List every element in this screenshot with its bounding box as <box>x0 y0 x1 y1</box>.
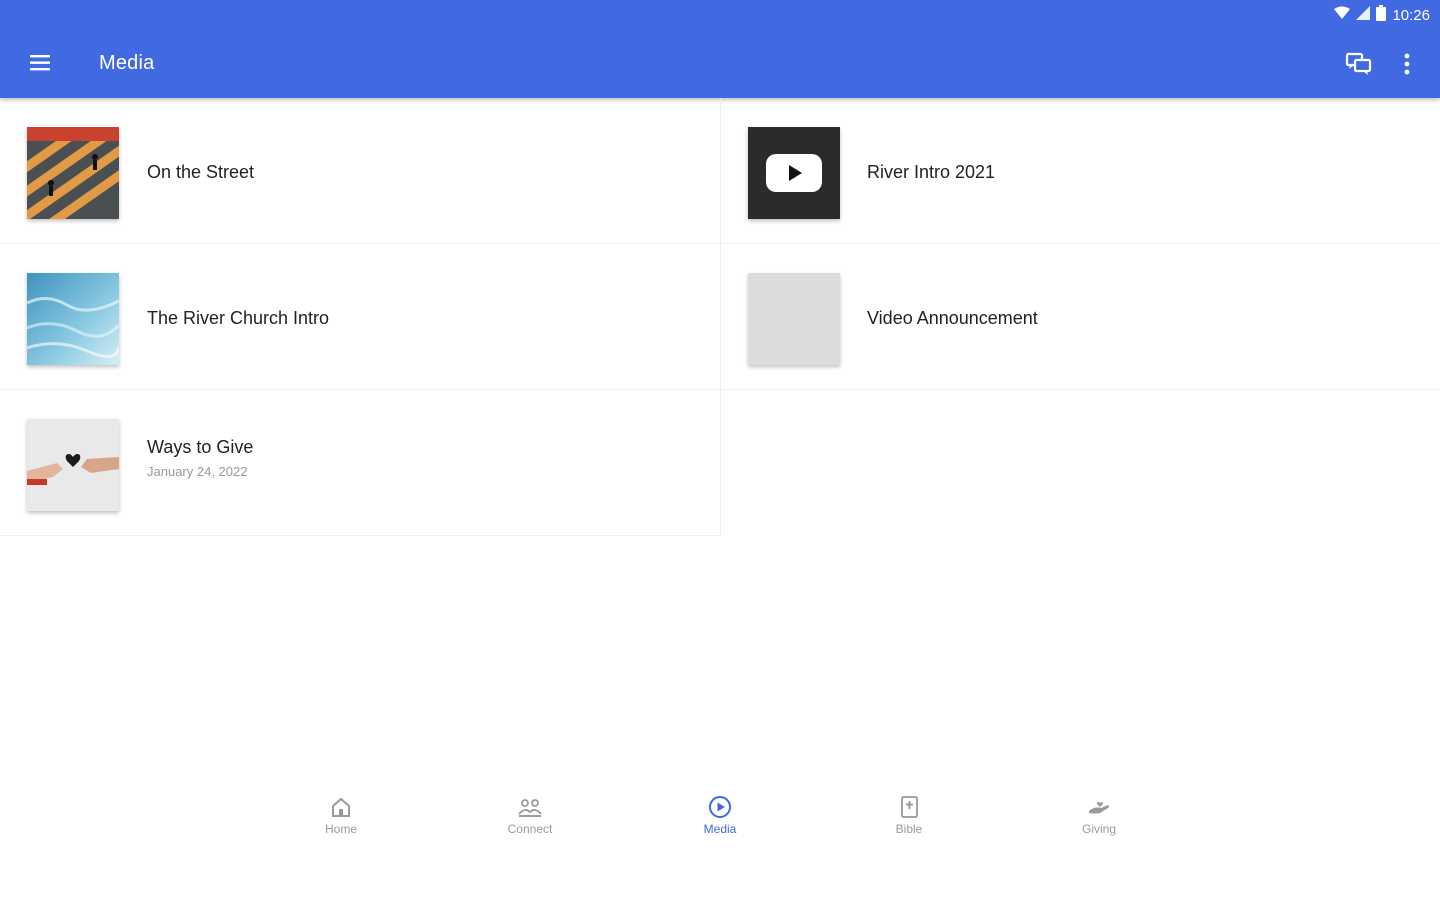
wifi-icon <box>1334 6 1351 24</box>
chat-icon <box>1345 52 1372 75</box>
home-icon <box>332 797 350 817</box>
street-crosswalk-thumbnail <box>27 127 119 219</box>
chat-button[interactable] <box>1345 51 1373 77</box>
nav-label: Giving <box>1081 822 1116 836</box>
hamburger-menu-icon <box>30 55 50 71</box>
more-vertical-icon <box>1404 53 1410 75</box>
hands-heart-thumbnail <box>27 419 119 511</box>
media-item[interactable]: On the Street <box>0 98 720 244</box>
nav-giving[interactable]: Giving <box>1039 794 1159 836</box>
media-title: Video Announcement <box>867 308 1038 328</box>
media-item[interactable]: River Intro 2021 <box>721 98 1440 244</box>
media-date: January 24, 2022 <box>147 464 248 479</box>
video-play-thumbnail <box>748 127 840 219</box>
media-item[interactable]: Video Announcement <box>721 244 1440 390</box>
people-icon <box>518 799 542 817</box>
bottom-navigation: Home Connect Media Bible Giving <box>0 780 1440 900</box>
page-title: Media <box>99 52 155 74</box>
media-title: On the Street <box>147 162 255 182</box>
status-bar: 10:26 <box>1334 4 1430 26</box>
nav-media[interactable]: Media <box>660 794 780 836</box>
gray-blank-thumbnail <box>748 273 840 365</box>
status-time: 10:26 <box>1392 6 1430 24</box>
nav-label: Media <box>703 822 737 836</box>
bible-icon <box>901 796 918 818</box>
giving-hand-icon <box>1089 802 1109 814</box>
media-title: Ways to Give <box>147 437 254 457</box>
media-title: The River Church Intro <box>147 308 330 328</box>
blue-water-thumbnail <box>27 273 119 365</box>
nav-bible[interactable]: Bible <box>849 794 969 836</box>
media-column-right: River Intro 2021 Video Announcement <box>721 98 1440 390</box>
nav-home[interactable]: Home <box>281 794 401 836</box>
more-options-button[interactable] <box>1397 51 1417 77</box>
app-bar: 10:26 Media <box>0 0 1440 98</box>
nav-label: Bible <box>895 822 923 836</box>
media-item[interactable]: The River Church Intro <box>0 244 720 390</box>
battery-icon <box>1376 5 1387 25</box>
signal-icon <box>1356 6 1371 24</box>
play-circle-icon <box>709 796 731 818</box>
media-title: River Intro 2021 <box>867 162 996 182</box>
nav-label: Connect <box>507 822 553 836</box>
nav-connect[interactable]: Connect <box>470 794 590 836</box>
nav-label: Home <box>324 822 357 836</box>
media-column-left: On the Street The River Church Intro Way… <box>0 98 721 536</box>
media-item[interactable]: Ways to Give January 24, 2022 <box>0 390 720 536</box>
menu-button[interactable] <box>28 52 54 74</box>
